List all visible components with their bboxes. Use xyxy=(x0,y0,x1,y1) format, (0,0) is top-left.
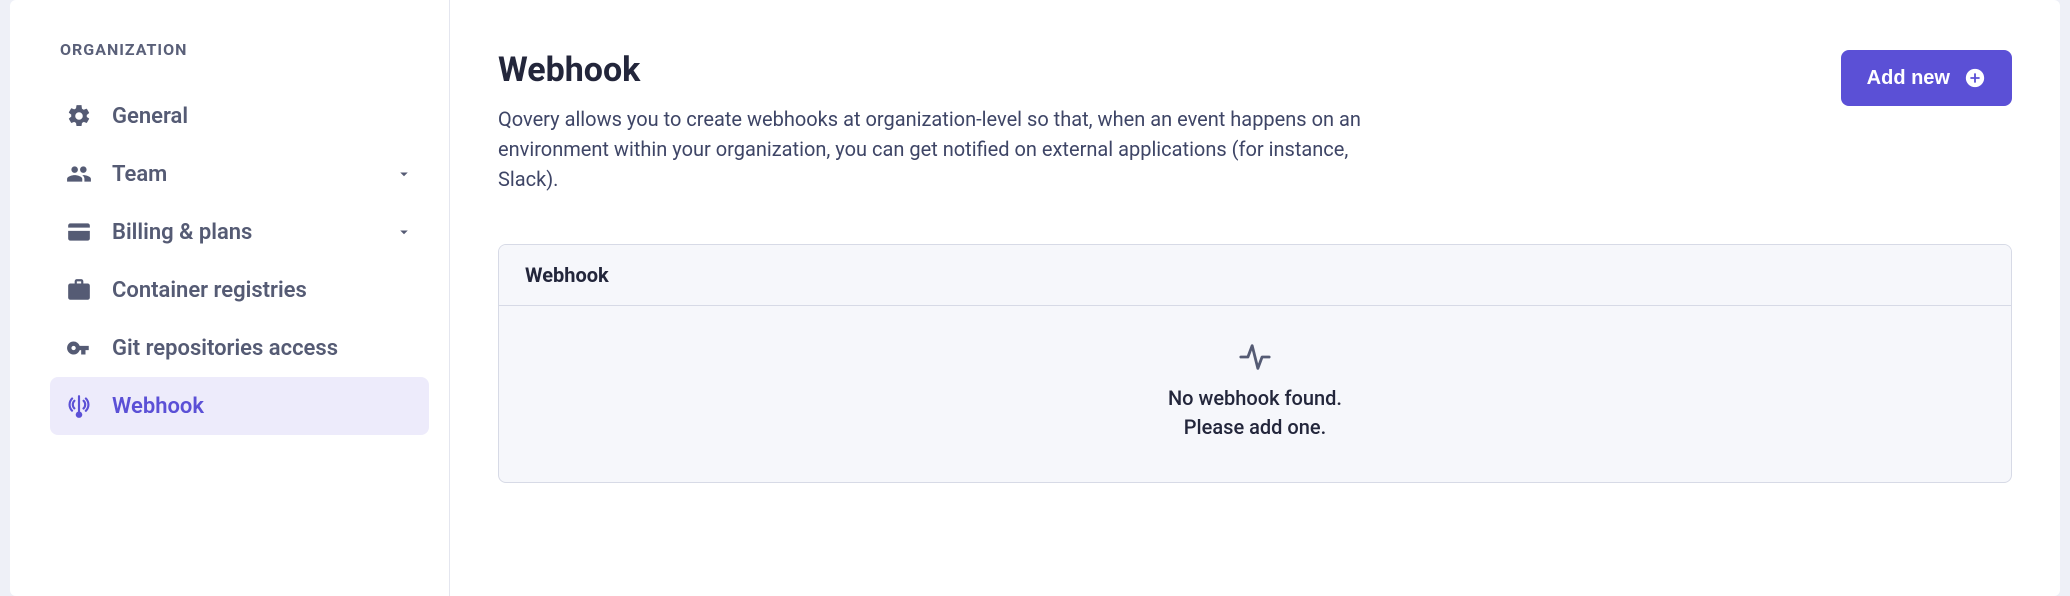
sidebar-item-general[interactable]: General xyxy=(50,87,429,145)
chevron-down-icon xyxy=(395,165,413,183)
users-icon xyxy=(66,161,92,187)
key-icon xyxy=(66,335,92,361)
sidebar-item-label: Billing & plans xyxy=(112,220,395,245)
sidebar-heading: ORGANIZATION xyxy=(50,40,429,59)
main-header: Webhook Qovery allows you to create webh… xyxy=(498,50,2012,194)
card-header: Webhook xyxy=(499,245,2011,306)
credit-card-icon xyxy=(66,219,92,245)
briefcase-icon xyxy=(66,277,92,303)
sidebar-item-label: Git repositories access xyxy=(112,336,413,361)
sidebar-item-label: Team xyxy=(112,162,395,187)
sidebar: ORGANIZATION General Team Billing & plan… xyxy=(10,0,450,596)
page-description: Qovery allows you to create webhooks at … xyxy=(498,104,1368,194)
sidebar-item-container-registries[interactable]: Container registries xyxy=(50,261,429,319)
sidebar-item-label: Webhook xyxy=(112,394,413,419)
plus-circle-icon xyxy=(1964,67,1986,89)
empty-line-1: No webhook found. xyxy=(1168,384,1342,413)
webhook-card: Webhook No webhook found. Please add one… xyxy=(498,244,2012,483)
antenna-icon xyxy=(66,393,92,419)
page-title: Webhook xyxy=(498,50,1368,90)
main-header-text: Webhook Qovery allows you to create webh… xyxy=(498,50,1368,194)
add-new-button-label: Add new xyxy=(1867,67,1950,90)
chevron-down-icon xyxy=(395,223,413,241)
sidebar-item-git-repos[interactable]: Git repositories access xyxy=(50,319,429,377)
activity-icon xyxy=(1238,340,1272,374)
sidebar-item-webhook[interactable]: Webhook xyxy=(50,377,429,435)
sidebar-item-label: General xyxy=(112,104,413,129)
sidebar-item-label: Container registries xyxy=(112,278,413,303)
empty-line-2: Please add one. xyxy=(1168,413,1342,442)
sidebar-item-billing[interactable]: Billing & plans xyxy=(50,203,429,261)
gear-icon xyxy=(66,103,92,129)
card-body-empty: No webhook found. Please add one. xyxy=(499,306,2011,482)
main-content: Webhook Qovery allows you to create webh… xyxy=(450,0,2060,596)
add-new-button[interactable]: Add new xyxy=(1841,50,2012,106)
empty-state-text: No webhook found. Please add one. xyxy=(1168,384,1342,442)
settings-page: ORGANIZATION General Team Billing & plan… xyxy=(10,0,2060,596)
sidebar-item-team[interactable]: Team xyxy=(50,145,429,203)
